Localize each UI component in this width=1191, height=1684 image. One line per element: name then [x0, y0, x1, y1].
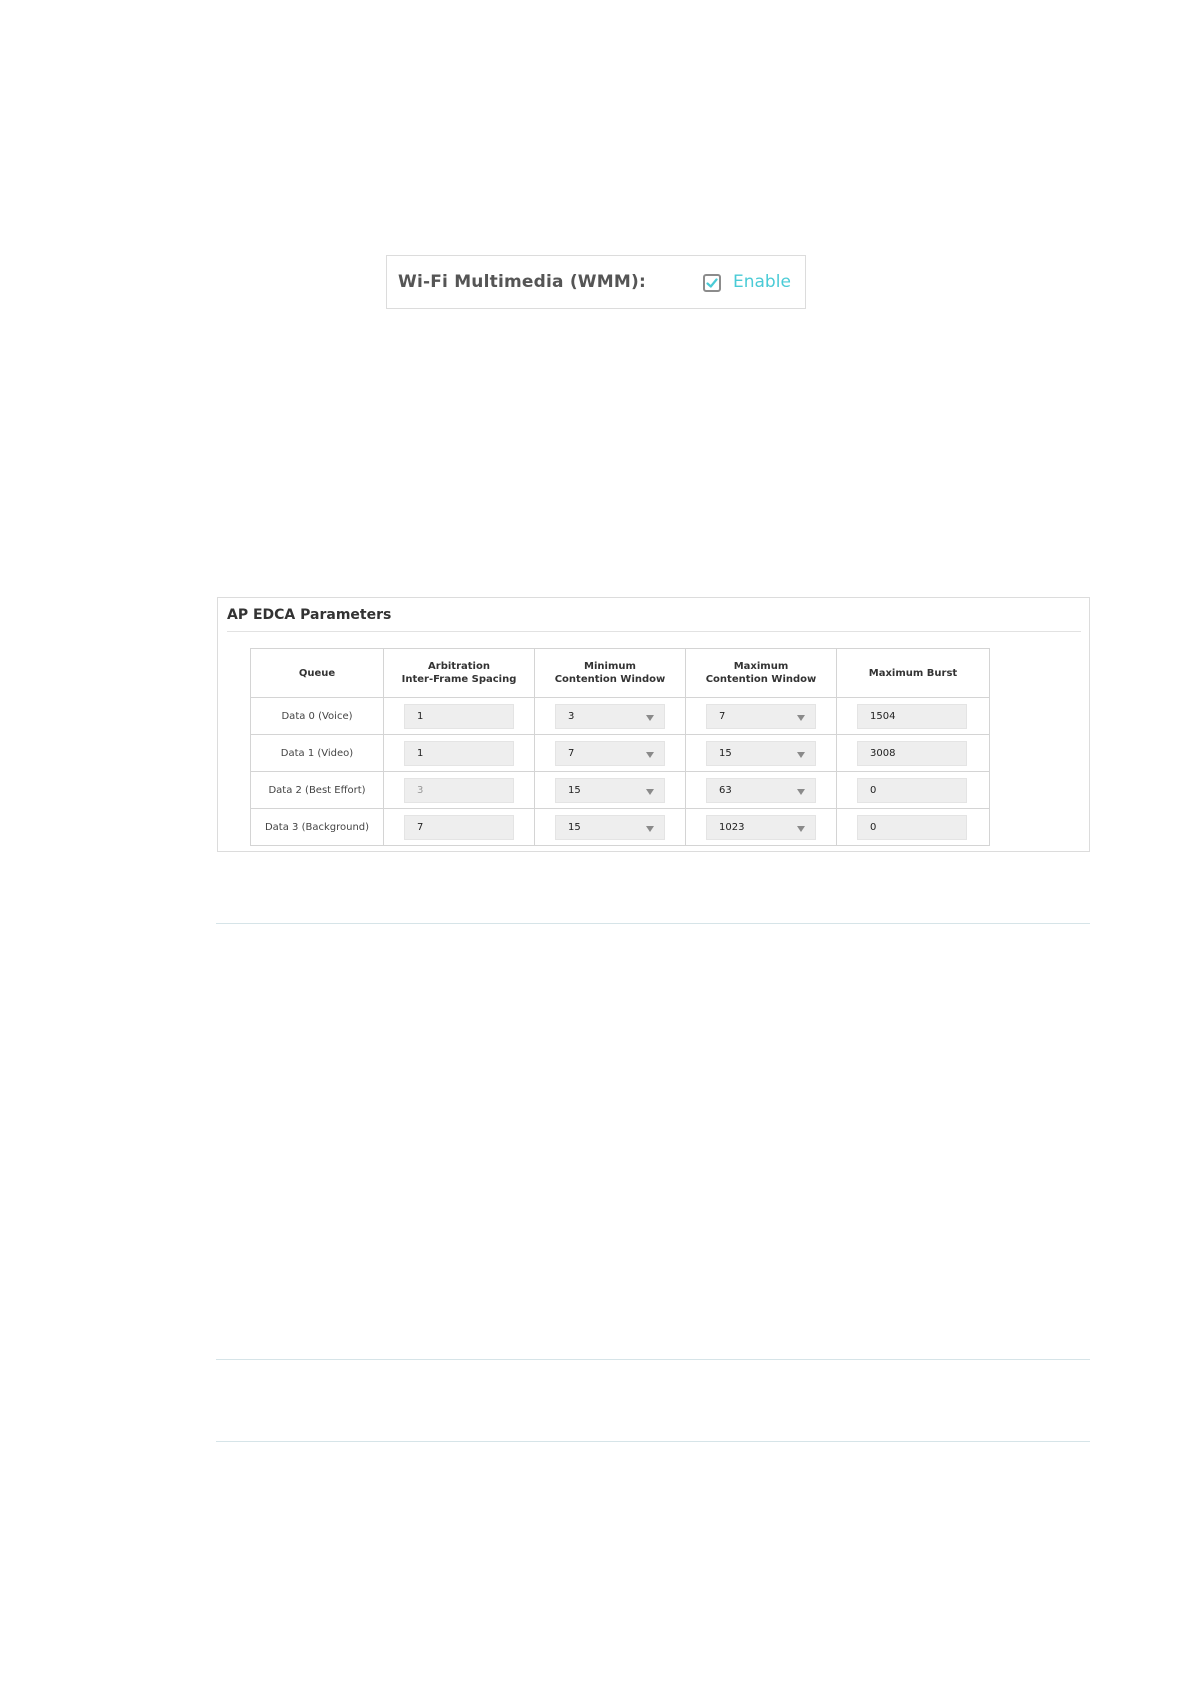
divider — [216, 1441, 1090, 1442]
title-divider — [227, 631, 1081, 632]
dropdown-arrow-icon — [646, 714, 654, 721]
cwmax-select[interactable]: 1023 — [706, 814, 816, 840]
dropdown-arrow-icon — [646, 825, 654, 832]
table-row: Data 1 (Video) 1 7 15 3008 — [250, 734, 990, 772]
divider — [216, 923, 1090, 924]
dropdown-arrow-icon — [797, 714, 805, 721]
aifs-input[interactable]: 3 — [404, 777, 514, 803]
queue-name: Data 1 (Video) — [250, 734, 384, 772]
aifs-input[interactable]: 7 — [404, 814, 514, 840]
edca-title: AP EDCA Parameters — [227, 607, 392, 623]
table-row: Data 3 (Background) 7 15 1023 0 — [250, 808, 990, 846]
header-aifs: Arbitration Inter-Frame Spacing — [383, 648, 535, 698]
cwmax-select[interactable]: 7 — [706, 703, 816, 729]
header-cwmax: Maximum Contention Window — [685, 648, 837, 698]
table-header-row: Queue Arbitration Inter-Frame Spacing Min… — [250, 648, 990, 698]
burst-input[interactable]: 0 — [857, 777, 967, 803]
burst-input[interactable]: 1504 — [857, 703, 967, 729]
queue-name: Data 0 (Voice) — [250, 697, 384, 735]
cwmax-select[interactable]: 63 — [706, 777, 816, 803]
wmm-panel: Wi-Fi Multimedia (WMM): Enable — [386, 255, 806, 309]
cwmin-select[interactable]: 3 — [555, 703, 665, 729]
cwmin-select[interactable]: 15 — [555, 777, 665, 803]
aifs-input[interactable]: 1 — [404, 740, 514, 766]
burst-input[interactable]: 3008 — [857, 740, 967, 766]
dropdown-arrow-icon — [797, 788, 805, 795]
aifs-input[interactable]: 1 — [404, 703, 514, 729]
header-queue: Queue — [250, 648, 384, 698]
queue-name: Data 3 (Background) — [250, 808, 384, 846]
edca-table: Queue Arbitration Inter-Frame Spacing Min… — [250, 648, 990, 846]
burst-input[interactable]: 0 — [857, 814, 967, 840]
header-burst: Maximum Burst — [836, 648, 990, 698]
table-row: Data 0 (Voice) 1 3 7 1504 — [250, 697, 990, 735]
wmm-label: Wi-Fi Multimedia (WMM): — [398, 272, 646, 292]
queue-name: Data 2 (Best Effort) — [250, 771, 384, 809]
cwmin-select[interactable]: 7 — [555, 740, 665, 766]
divider — [216, 1359, 1090, 1360]
checkmark-icon — [706, 278, 718, 288]
table-row: Data 2 (Best Effort) 3 15 63 0 — [250, 771, 990, 809]
cwmax-select[interactable]: 15 — [706, 740, 816, 766]
dropdown-arrow-icon — [797, 751, 805, 758]
header-cwmin: Minimum Contention Window — [534, 648, 686, 698]
dropdown-arrow-icon — [797, 825, 805, 832]
cwmin-select[interactable]: 15 — [555, 814, 665, 840]
dropdown-arrow-icon — [646, 751, 654, 758]
dropdown-arrow-icon — [646, 788, 654, 795]
edca-panel: AP EDCA Parameters Queue Arbitration Inte… — [217, 597, 1090, 852]
wmm-enable-label[interactable]: Enable — [733, 272, 791, 292]
wmm-enable-checkbox[interactable] — [703, 274, 721, 292]
